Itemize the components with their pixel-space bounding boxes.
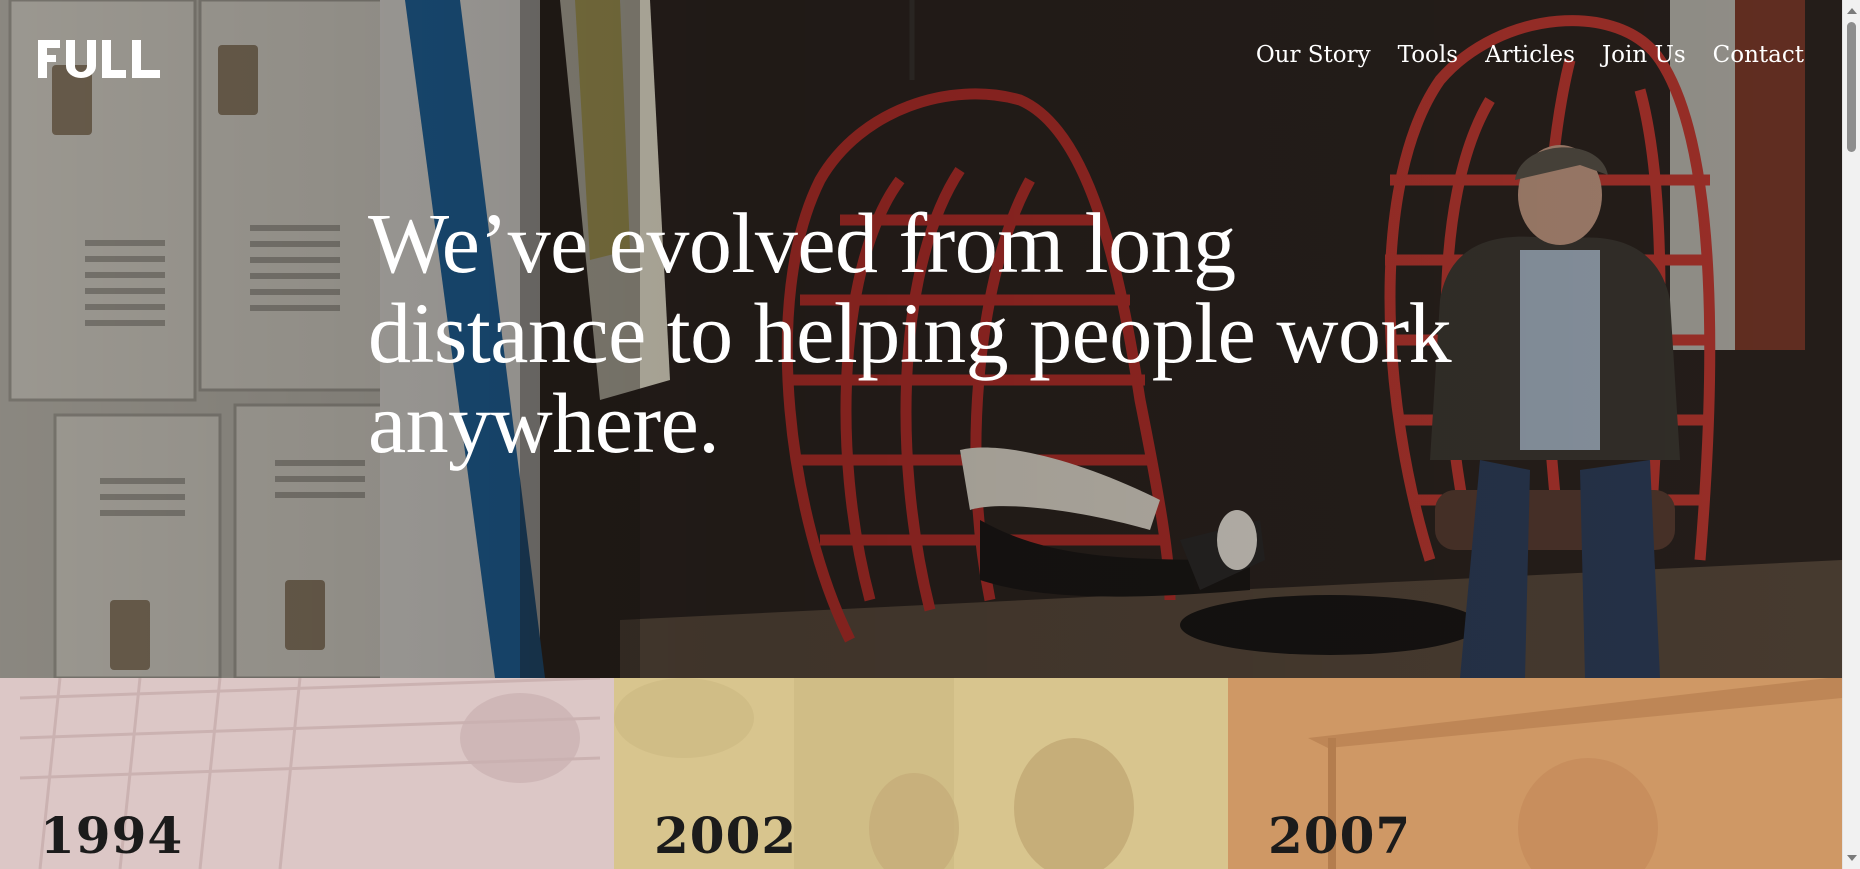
timeline-year-2007: 2007 — [1268, 806, 1412, 865]
full-wordmark-icon[interactable] — [38, 40, 160, 78]
chevron-down-icon[interactable] — [1847, 855, 1857, 861]
timeline-card-1994[interactable]: 1994 — [0, 678, 614, 869]
nav-item-articles[interactable]: Articles — [1485, 42, 1575, 68]
hero-section: Our Story Tools Articles Join Us Contact… — [0, 0, 1842, 678]
nav-item-tools[interactable]: Tools — [1398, 42, 1458, 68]
chevron-up-icon[interactable] — [1847, 8, 1857, 14]
page: Our Story Tools Articles Join Us Contact… — [0, 0, 1860, 869]
main-nav: Our Story Tools Articles Join Us Contact — [1256, 42, 1804, 68]
timeline-strip: 1994 2002 2007 — [0, 678, 1842, 869]
scrollbar-thumb[interactable] — [1847, 22, 1856, 152]
nav-item-join-us[interactable]: Join Us — [1602, 42, 1686, 68]
timeline-card-2007[interactable]: 2007 — [1228, 678, 1842, 869]
timeline-card-2002[interactable]: 2002 — [614, 678, 1228, 869]
timeline-year-1994: 1994 — [40, 806, 184, 865]
page-scrollbar[interactable] — [1842, 0, 1860, 869]
hero-headline: We’ve evolved from long distance to help… — [368, 195, 1452, 471]
nav-item-our-story[interactable]: Our Story — [1256, 42, 1371, 68]
timeline-year-2002: 2002 — [654, 806, 798, 865]
nav-item-contact[interactable]: Contact — [1713, 42, 1804, 68]
